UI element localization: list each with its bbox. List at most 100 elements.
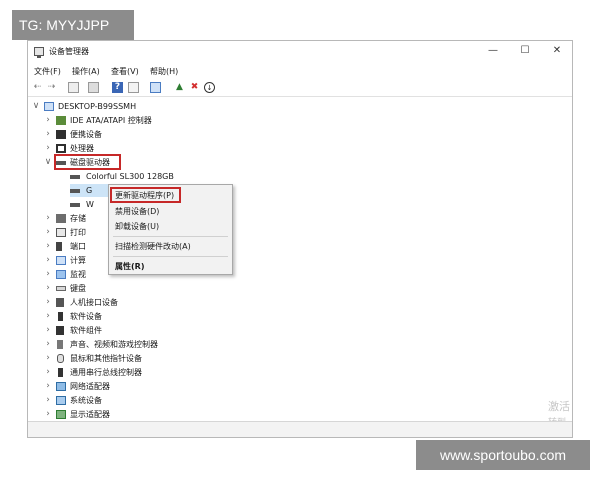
chevron-right-icon[interactable]: ›	[44, 254, 52, 267]
speaker-icon	[57, 340, 63, 349]
minimize-button[interactable]: —	[477, 43, 509, 59]
chevron-right-icon[interactable]: ›	[44, 394, 52, 407]
tree-item-label: G	[86, 186, 93, 195]
activation-text-line1: 激活	[548, 400, 570, 413]
close-button[interactable]: ✕	[541, 43, 573, 59]
chevron-right-icon[interactable]: ›	[44, 380, 52, 393]
chevron-right-icon[interactable]: ›	[44, 142, 52, 155]
tree-item-label: IDE ATA/ATAPI 控制器	[70, 116, 152, 125]
minimize-icon: —	[488, 45, 498, 56]
menu-help[interactable]: 帮助(H)	[150, 66, 178, 77]
menu-separator	[113, 256, 228, 257]
storage-icon	[56, 214, 66, 223]
disk-drive-icon	[70, 203, 80, 207]
tree-item-label: 网络适配器	[70, 382, 110, 391]
portable-device-icon	[56, 130, 66, 139]
menu-item-disable-device[interactable]: 禁用设备(D)	[115, 205, 159, 218]
tree-item-label: 打印	[70, 228, 86, 237]
tree-item-label: 键盘	[70, 284, 86, 293]
window-title: 设备管理器	[49, 47, 89, 56]
menu-view[interactable]: 查看(V)	[111, 66, 139, 77]
chevron-down-icon[interactable]: ∨	[44, 156, 52, 169]
toolbar: ⇠ ⇢ ? ▲ ✖ ↓	[28, 79, 572, 97]
show-hidden-icon[interactable]	[88, 82, 99, 93]
title-bar: 设备管理器 — ☐ ✕	[28, 41, 572, 63]
chevron-right-icon[interactable]: ›	[44, 296, 52, 309]
maximize-button[interactable]: ☐	[509, 43, 541, 59]
update-driver-icon[interactable]: ↓	[204, 82, 215, 93]
tree-item-label: 存储	[70, 214, 86, 223]
help-icon[interactable]: ?	[112, 82, 123, 93]
tree-item-label: 便携设备	[70, 130, 102, 139]
tree-item-label: 软件组件	[70, 326, 102, 335]
computer-icon	[56, 256, 66, 265]
computer-icon	[44, 102, 54, 111]
usb-icon	[58, 368, 63, 377]
tree-item-label: Colorful SL300 128GB	[86, 172, 174, 181]
mouse-icon	[57, 354, 64, 363]
monitor-icon	[56, 270, 66, 279]
chevron-right-icon[interactable]: ›	[44, 352, 52, 365]
close-icon: ✕	[552, 45, 562, 56]
software-component-icon	[56, 326, 64, 335]
printer-icon	[56, 228, 66, 237]
highlight-box-update-driver	[110, 187, 181, 203]
menu-item-properties[interactable]: 属性(R)	[115, 260, 144, 273]
tree-item-label: 系统设备	[70, 396, 102, 405]
menu-file[interactable]: 文件(F)	[34, 66, 61, 77]
tree-item-label: 软件设备	[70, 312, 102, 321]
device-manager-icon	[34, 47, 44, 58]
forward-arrow-icon[interactable]: ⇢	[46, 82, 57, 93]
tree-item-label: 监视	[70, 270, 86, 279]
tree-item-label: W	[86, 200, 94, 209]
chevron-right-icon[interactable]: ›	[44, 128, 52, 141]
monitor-icon[interactable]	[150, 82, 161, 93]
tree-item-label: 声音、视频和游戏控制器	[70, 340, 158, 349]
tree-item-label: 通用串行总线控制器	[70, 368, 142, 377]
chevron-right-icon[interactable]: ›	[44, 268, 52, 281]
display-adapter-icon	[56, 410, 66, 419]
software-device-icon	[58, 312, 63, 321]
keyboard-icon	[56, 286, 66, 291]
chevron-right-icon[interactable]: ›	[44, 310, 52, 323]
tree-item-label: 计算	[70, 256, 86, 265]
view-icon[interactable]	[128, 82, 139, 93]
watermark-top: TG: MYYJJPP	[12, 10, 134, 40]
watermark-bottom: www.sportoubo.com	[416, 440, 590, 470]
port-icon	[56, 242, 62, 251]
chevron-right-icon[interactable]: ›	[44, 226, 52, 239]
menu-item-scan-hardware[interactable]: 扫描检测硬件改动(A)	[115, 240, 191, 253]
tree-item-label: 显示适配器	[70, 410, 110, 419]
menu-action[interactable]: 操作(A)	[72, 66, 100, 77]
processor-icon	[56, 144, 66, 153]
network-adapter-icon	[56, 382, 66, 391]
chevron-right-icon[interactable]: ›	[44, 282, 52, 295]
chevron-right-icon[interactable]: ›	[44, 240, 52, 253]
add-driver-icon[interactable]: ▲	[174, 82, 185, 93]
status-bar	[28, 421, 572, 437]
back-arrow-icon[interactable]: ⇠	[32, 82, 43, 93]
chevron-down-icon[interactable]: ∨	[32, 100, 40, 113]
menu-separator	[113, 236, 228, 237]
ide-controller-icon	[56, 116, 66, 125]
tree-item-label: 人机接口设备	[70, 298, 118, 307]
tree-item-label: 鼠标和其他指针设备	[70, 354, 142, 363]
chevron-right-icon[interactable]: ›	[44, 408, 52, 421]
tree-item-label: 端口	[70, 242, 86, 251]
chevron-right-icon[interactable]: ›	[44, 338, 52, 351]
disk-drive-icon	[70, 189, 80, 193]
hid-icon	[56, 298, 64, 307]
system-device-icon	[56, 396, 66, 405]
properties-icon[interactable]	[68, 82, 79, 93]
chevron-right-icon[interactable]: ›	[44, 366, 52, 379]
maximize-icon: ☐	[520, 45, 530, 56]
menu-item-uninstall-device[interactable]: 卸载设备(U)	[115, 220, 159, 233]
uninstall-icon[interactable]: ✖	[189, 82, 200, 93]
chevron-right-icon[interactable]: ›	[44, 114, 52, 127]
tree-root-label: DESKTOP-B99SSMH	[58, 102, 137, 111]
highlight-box-disk	[54, 154, 121, 170]
chevron-right-icon[interactable]: ›	[44, 212, 52, 225]
chevron-right-icon[interactable]: ›	[44, 324, 52, 337]
disk-drive-icon	[70, 175, 80, 179]
menu-bar: 文件(F) 操作(A) 查看(V) 帮助(H)	[28, 63, 572, 79]
